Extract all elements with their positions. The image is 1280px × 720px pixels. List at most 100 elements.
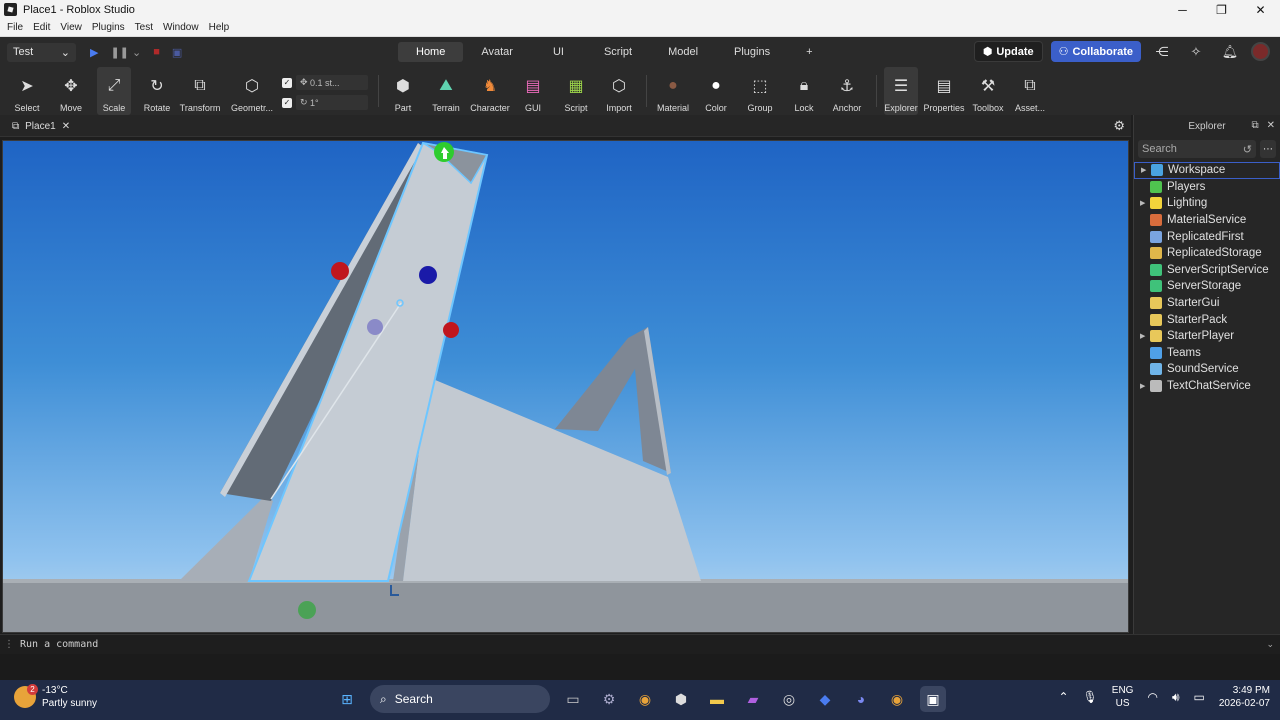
character-button[interactable]: ♞ Character bbox=[468, 67, 512, 115]
scale-handle-blue[interactable] bbox=[419, 266, 437, 284]
properties-button[interactable]: ▤ Properties bbox=[923, 67, 964, 115]
explorer-button[interactable]: ☰ Explorer bbox=[884, 67, 918, 115]
collaborate-button[interactable]: ⚇ Collaborate bbox=[1050, 41, 1141, 62]
popout-icon[interactable]: ⧉ bbox=[1251, 120, 1258, 131]
expand-arrow-icon[interactable]: ▶ bbox=[1141, 166, 1151, 174]
maximize-button[interactable]: ❐ bbox=[1202, 0, 1241, 19]
menu-view[interactable]: View bbox=[55, 22, 87, 33]
anchor-button[interactable]: ⚓︎ Anchor bbox=[830, 67, 864, 115]
script-button[interactable]: ▦ Script bbox=[559, 67, 593, 115]
menu-test[interactable]: Test bbox=[130, 22, 158, 33]
explorer-item-lighting[interactable]: ▶ Lighting bbox=[1134, 195, 1280, 212]
menu-plugins[interactable]: Plugins bbox=[87, 22, 130, 33]
rotate-snap-checkbox[interactable]: ✓ bbox=[282, 97, 292, 108]
material-button[interactable]: ● Material bbox=[654, 67, 692, 115]
scale-handle-red[interactable] bbox=[443, 322, 459, 338]
menu-edit[interactable]: Edit bbox=[28, 22, 55, 33]
wifi-icon[interactable]: ◠ bbox=[1147, 690, 1157, 704]
volume-icon[interactable]: 🔊︎ bbox=[1172, 690, 1180, 705]
menu-window[interactable]: Window bbox=[158, 22, 204, 33]
explorer-item-replicatedfirst[interactable]: ReplicatedFirst bbox=[1134, 228, 1280, 245]
explorer-item-workspace[interactable]: ▶ Workspace bbox=[1134, 162, 1280, 179]
more-options-icon[interactable]: ⋯ bbox=[1260, 140, 1276, 158]
move-snap-checkbox[interactable]: ✓ bbox=[282, 77, 292, 88]
gear-icon[interactable]: ⚙ bbox=[1113, 118, 1125, 134]
tab-place1[interactable]: ⧉ Place1 ✕ bbox=[6, 118, 76, 135]
toolbox-button[interactable]: ⚒ Toolbox bbox=[971, 67, 1005, 115]
transform-tool-button[interactable]: ⧉ Transform bbox=[180, 67, 221, 115]
pause-icon[interactable]: ❚❚ ⌄ bbox=[110, 46, 141, 59]
minimize-button[interactable]: ─ bbox=[1163, 0, 1202, 19]
color-button[interactable]: ● Color bbox=[699, 67, 733, 115]
roblox-studio-icon[interactable]: ▣ bbox=[920, 686, 946, 712]
close-panel-icon[interactable]: ✕ bbox=[1267, 120, 1275, 131]
taskbar-search[interactable]: ⌕ Search bbox=[370, 685, 550, 713]
task-view-icon[interactable]: ▭ bbox=[560, 686, 586, 712]
viewport-3d[interactable] bbox=[2, 140, 1129, 633]
microphone-icon[interactable]: 🎙︎ bbox=[1083, 690, 1098, 704]
expand-arrow-icon[interactable]: ▶ bbox=[1140, 382, 1150, 390]
gui-button[interactable]: ▤ GUI bbox=[516, 67, 550, 115]
explorer-item-starterpack[interactable]: StarterPack bbox=[1134, 311, 1280, 328]
notification-bell-icon[interactable]: 🔔︎ bbox=[1217, 41, 1243, 62]
windows-start-icon[interactable]: ⊞ bbox=[334, 686, 360, 712]
lock-button[interactable]: 🔒︎ Lock bbox=[787, 67, 821, 115]
rotate-snap-setting[interactable]: ✓ ↻ 1° bbox=[282, 95, 368, 110]
share-icon[interactable]: ⋲ bbox=[1149, 41, 1175, 62]
import-button[interactable]: ⬡ Import bbox=[602, 67, 636, 115]
command-input[interactable]: Run a command bbox=[20, 639, 98, 650]
stop-icon[interactable]: ■ bbox=[153, 46, 160, 58]
explorer-item-players[interactable]: Players bbox=[1134, 179, 1280, 196]
app-icon[interactable]: ⬢ bbox=[668, 686, 694, 712]
expand-arrow-icon[interactable]: ▶ bbox=[1140, 332, 1150, 340]
group-button[interactable]: ⬚ Group bbox=[743, 67, 777, 115]
explorer-search-input[interactable]: Search ↺ bbox=[1138, 140, 1256, 158]
clock[interactable]: 3:49 PM 2026-02-07 bbox=[1219, 684, 1270, 710]
menu-help[interactable]: Help bbox=[204, 22, 235, 33]
tab-ui[interactable]: UI bbox=[531, 42, 586, 62]
explorer-item-startergui[interactable]: StarterGui bbox=[1134, 295, 1280, 312]
chrome-icon[interactable]: ◉ bbox=[632, 686, 658, 712]
weather-widget[interactable]: 2 -13°C Partly sunny bbox=[14, 684, 97, 710]
move-tool-button[interactable]: ✥ Move bbox=[54, 67, 88, 115]
geometry-tool-button[interactable]: ⬡ Geometr... bbox=[230, 67, 274, 115]
scale-tool-button[interactable]: ⤢ Scale bbox=[97, 67, 131, 115]
command-bar[interactable]: ⋮ Run a command ⌄ bbox=[0, 634, 1280, 654]
discord-icon[interactable]: ◕ bbox=[848, 686, 874, 712]
obs-icon[interactable]: ◎ bbox=[776, 686, 802, 712]
explorer-item-starterplayer[interactable]: ▶ StarterPlayer bbox=[1134, 328, 1280, 345]
explorer-item-textchatservice[interactable]: ▶ TextChatService bbox=[1134, 378, 1280, 395]
explorer-item-serverscriptservice[interactable]: ServerScriptService bbox=[1134, 262, 1280, 279]
tab-script[interactable]: Script bbox=[586, 42, 650, 62]
chrome-profile-icon[interactable]: ◉ bbox=[884, 686, 910, 712]
history-icon[interactable]: ↺ bbox=[1243, 143, 1252, 156]
close-tab-icon[interactable]: ✕ bbox=[62, 121, 70, 132]
explorer-item-teams[interactable]: Teams bbox=[1134, 345, 1280, 362]
scale-handle-red[interactable] bbox=[331, 262, 349, 280]
chevron-up-icon[interactable]: ⌃ bbox=[1058, 690, 1068, 704]
tab-avatar[interactable]: Avatar bbox=[463, 42, 531, 62]
explorer-item-serverstorage[interactable]: ServerStorage bbox=[1134, 278, 1280, 295]
tab-home[interactable]: Home bbox=[398, 42, 464, 62]
explorer-item-materialservice[interactable]: MaterialService bbox=[1134, 212, 1280, 229]
screen-icon[interactable]: ▣ bbox=[172, 46, 182, 59]
file-explorer-icon[interactable]: ▬ bbox=[704, 686, 730, 712]
add-tab-button[interactable]: + bbox=[788, 42, 830, 62]
terrain-button[interactable]: ⛰ Terrain bbox=[428, 67, 464, 115]
menu-file[interactable]: File bbox=[2, 22, 28, 33]
update-button[interactable]: ⬢ Update bbox=[973, 41, 1043, 62]
avatar[interactable] bbox=[1251, 42, 1270, 61]
assistant-icon[interactable]: ✧ bbox=[1183, 41, 1209, 62]
settings-icon[interactable]: ⚙ bbox=[596, 686, 622, 712]
scale-handle-blue[interactable] bbox=[367, 319, 383, 335]
close-button[interactable]: ✕ bbox=[1241, 0, 1280, 19]
tab-plugins[interactable]: Plugins bbox=[716, 42, 788, 62]
expand-arrow-icon[interactable]: ▶ bbox=[1140, 199, 1150, 207]
roblox-icon[interactable]: ◆ bbox=[812, 686, 838, 712]
select-tool-button[interactable]: ➤ Select bbox=[10, 67, 44, 115]
asset-manager-button[interactable]: ⧉ Asset... bbox=[1013, 67, 1047, 115]
battery-icon[interactable]: ▭ bbox=[1194, 690, 1205, 704]
chevron-down-icon[interactable]: ⌄ bbox=[1266, 639, 1274, 650]
explorer-item-replicatedstorage[interactable]: ReplicatedStorage bbox=[1134, 245, 1280, 262]
play-icon[interactable]: ▶ bbox=[90, 46, 98, 59]
